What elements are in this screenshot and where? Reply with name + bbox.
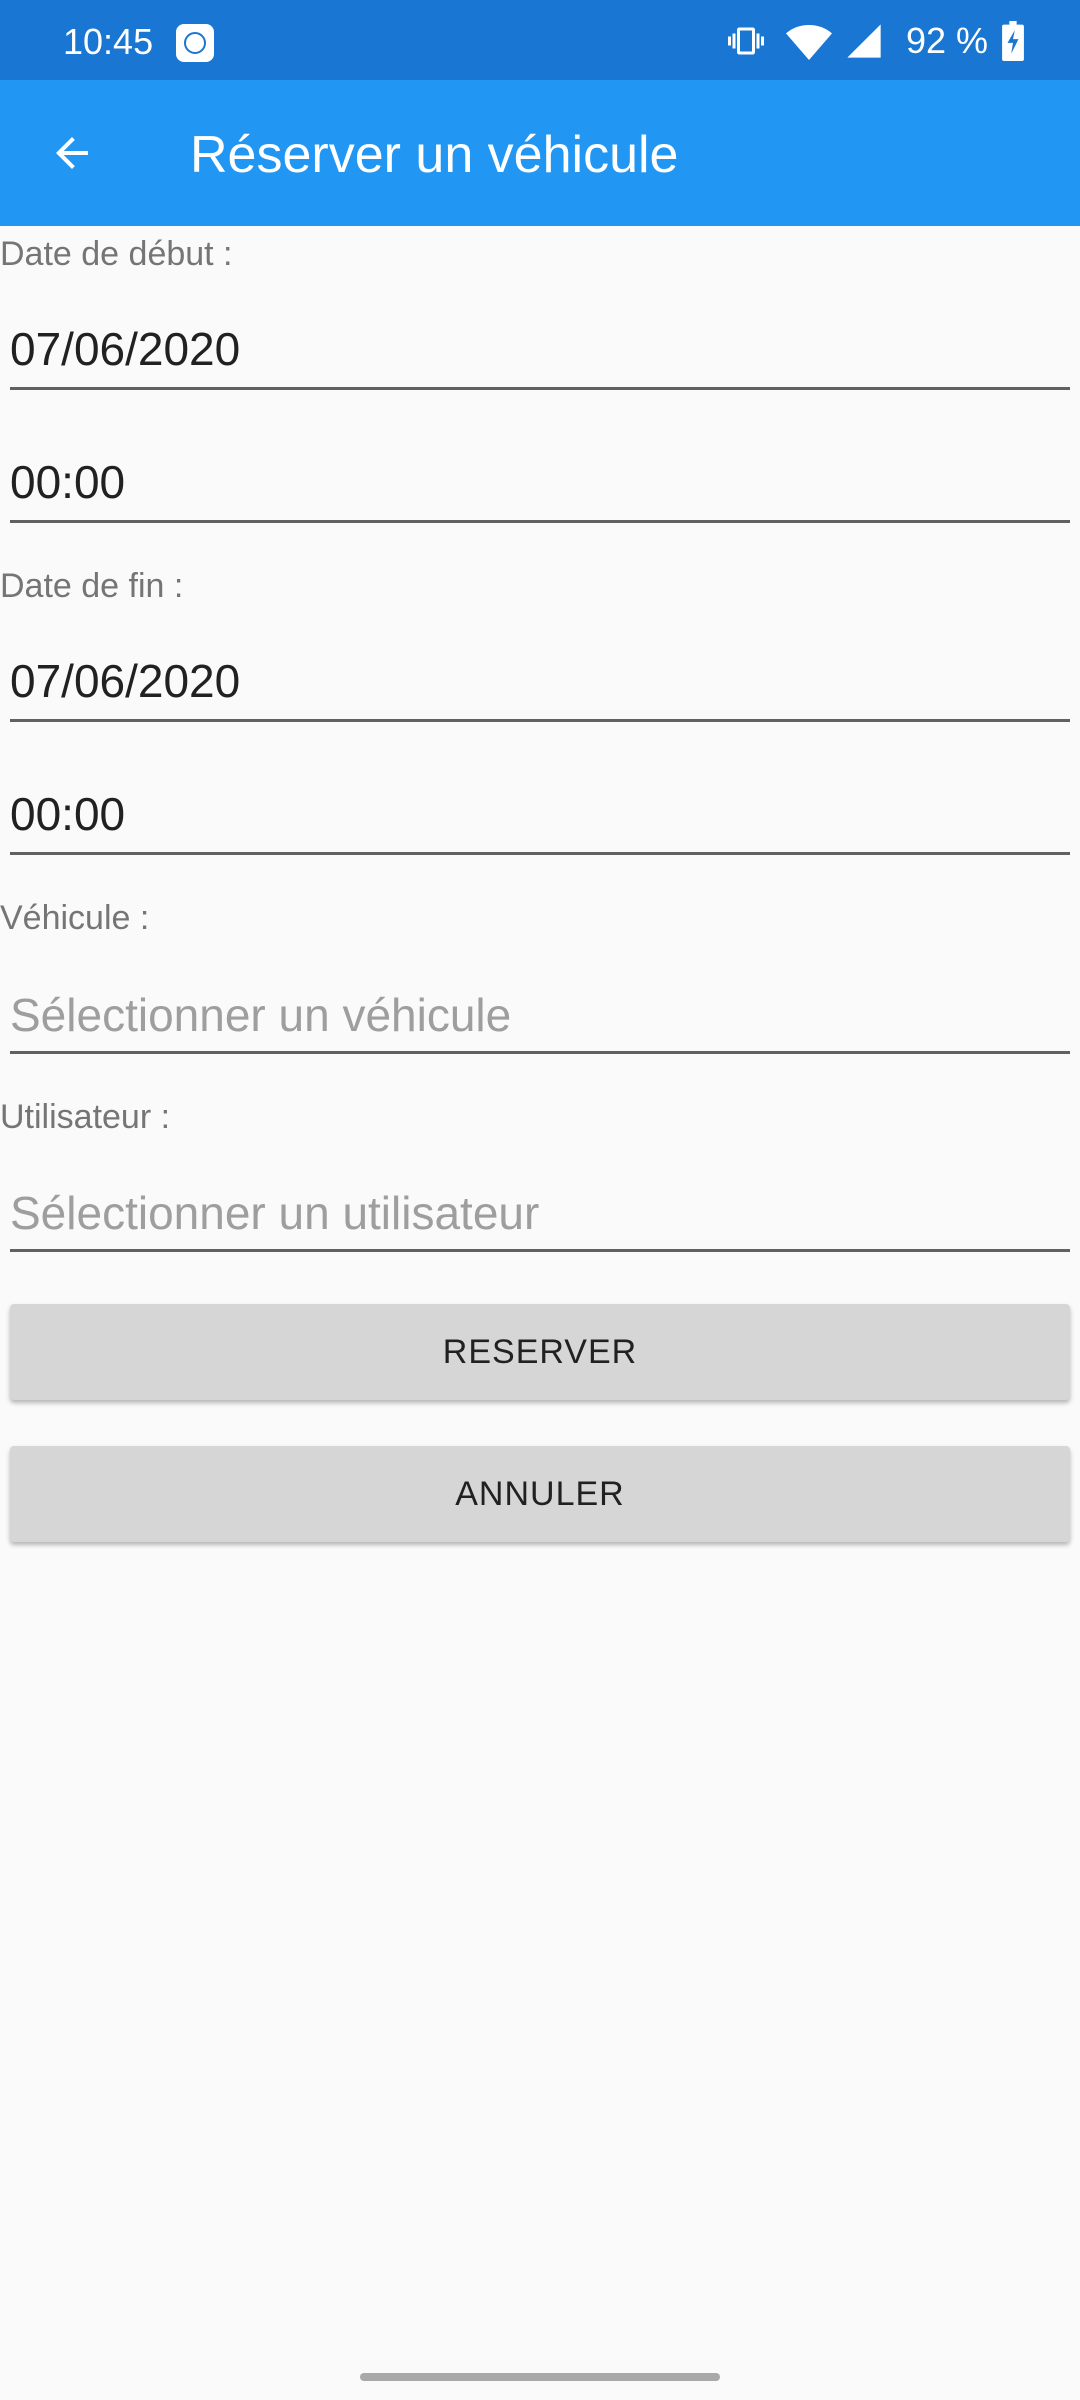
wifi-icon: [785, 25, 832, 60]
vehicle-placeholder: Sélectionner un véhicule: [10, 989, 512, 1041]
vehicle-picker[interactable]: Sélectionner un véhicule: [10, 964, 1070, 1054]
battery-charging-icon: [1002, 21, 1024, 61]
start-time-value: 00:00: [10, 456, 126, 508]
reserve-button[interactable]: RESERVER: [10, 1304, 1070, 1400]
start-date-label: Date de début :: [0, 235, 233, 273]
status-bar: 10:45 92 %: [0, 0, 1080, 80]
user-placeholder: Sélectionner un utilisateur: [10, 1187, 540, 1239]
arrow-back-icon: [56, 137, 88, 169]
user-picker[interactable]: Sélectionner un utilisateur: [10, 1162, 1070, 1252]
start-time-picker[interactable]: 00:00: [10, 433, 1070, 523]
end-date-value: 07/06/2020: [10, 655, 241, 707]
app-bar: Réserver un véhicule: [0, 80, 1080, 226]
end-time-value: 00:00: [10, 788, 126, 840]
vehicle-label: Véhicule :: [0, 899, 150, 937]
status-icons: 92 %: [727, 18, 1024, 64]
battery-percentage: 92 %: [905, 20, 988, 61]
app-notification-icon: [176, 24, 214, 62]
cell-signal-icon: [847, 24, 881, 58]
back-button[interactable]: [36, 117, 108, 189]
end-time-picker[interactable]: 00:00: [10, 765, 1070, 855]
start-date-value: 07/06/2020: [10, 323, 241, 375]
end-date-picker[interactable]: 07/06/2020: [10, 632, 1070, 722]
user-label: Utilisateur :: [0, 1098, 171, 1136]
gesture-nav-handle[interactable]: [360, 2373, 720, 2381]
cancel-button[interactable]: ANNULER: [10, 1446, 1070, 1542]
end-date-label: Date de fin :: [0, 567, 184, 605]
vibrate-icon: [727, 27, 764, 55]
start-date-picker[interactable]: 07/06/2020: [10, 300, 1070, 390]
status-time: 10:45: [63, 21, 154, 62]
page-title: Réserver un véhicule: [190, 126, 679, 184]
